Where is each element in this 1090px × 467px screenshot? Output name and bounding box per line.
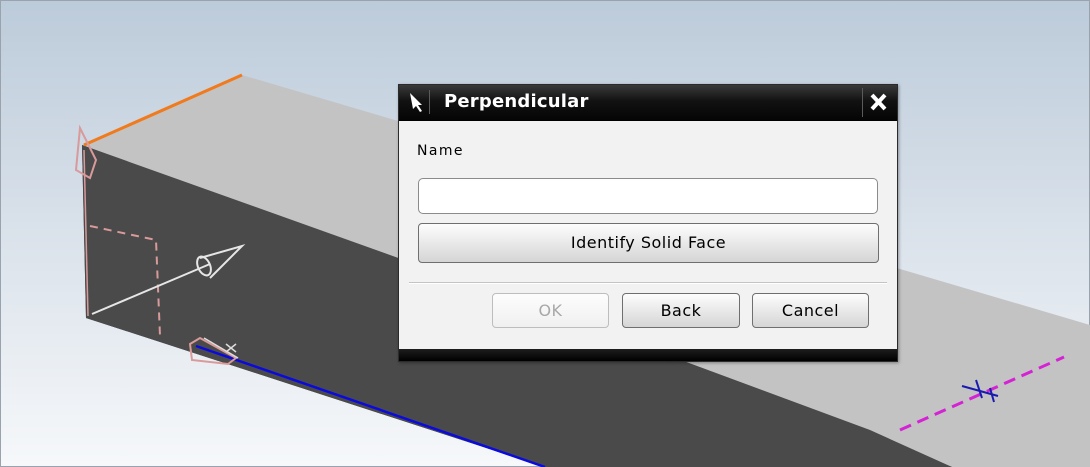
ok-button[interactable]: OK (492, 293, 609, 328)
cancel-button[interactable]: Cancel (752, 293, 869, 328)
dialog-bottom-bar (399, 349, 897, 361)
dialog-body: Name Identify Solid Face OK Back Cancel (399, 121, 897, 349)
close-button[interactable] (862, 88, 894, 117)
name-input[interactable] (418, 178, 878, 214)
dialog-title: Perpendicular (444, 91, 589, 112)
back-button[interactable]: Back (622, 293, 740, 328)
button-separator (409, 282, 887, 284)
pointer-arrow-icon (405, 90, 430, 114)
cad-viewport[interactable]: Perpendicular Name Identify Solid Face O… (0, 0, 1090, 467)
identify-solid-face-button[interactable]: Identify Solid Face (418, 223, 879, 263)
close-icon (870, 93, 887, 111)
dialog-titlebar[interactable]: Perpendicular (399, 85, 897, 121)
perpendicular-dialog: Perpendicular Name Identify Solid Face O… (398, 84, 898, 362)
name-label: Name (417, 143, 464, 159)
